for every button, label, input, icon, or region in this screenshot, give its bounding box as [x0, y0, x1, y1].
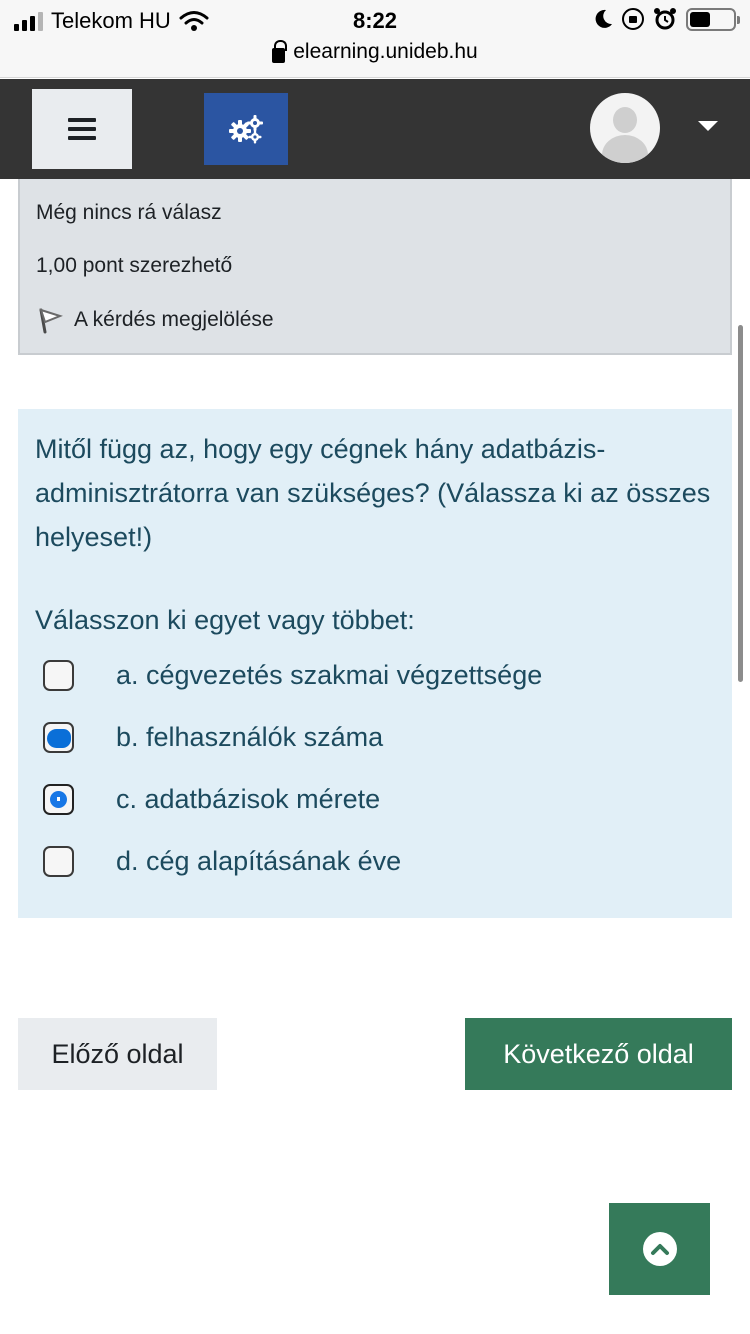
question-text: Mitől függ az, hogy egy cégnek hány adat…	[35, 434, 711, 552]
url-text: elearning.unideb.hu	[293, 40, 478, 63]
answer-option-d[interactable]: d. cég alapításának éve	[43, 843, 401, 879]
chevron-up-circle-icon	[642, 1232, 677, 1266]
checkbox-d[interactable]	[43, 845, 74, 877]
next-page-button[interactable]: Következő oldal	[465, 1018, 732, 1090]
caret-down-icon[interactable]	[698, 121, 718, 131]
question-content: Mitől függ az, hogy egy cégnek hány adat…	[18, 409, 732, 918]
hamburger-icon	[68, 118, 96, 140]
page-scrollbar[interactable]	[738, 325, 743, 682]
url-bar[interactable]: elearning.unideb.hu	[0, 39, 750, 64]
question-state: Még nincs rá válasz	[36, 201, 222, 224]
answer-option-c[interactable]: c. adatbázisok mérete	[43, 781, 380, 817]
top-navbar	[0, 79, 750, 179]
answer-option-b[interactable]: b. felhasználók száma	[43, 719, 383, 755]
side-drawer-toggle[interactable]	[32, 89, 132, 169]
cogs-icon	[229, 115, 263, 144]
battery-icon	[686, 7, 740, 31]
answer-option-label: c. adatbázisok mérete	[116, 783, 381, 814]
rotation-lock-icon	[622, 8, 644, 30]
previous-page-button[interactable]: Előző oldal	[18, 1018, 217, 1090]
alarm-icon	[654, 8, 676, 30]
moon-icon	[595, 9, 612, 28]
settings-button[interactable]	[204, 93, 288, 165]
user-avatar-icon[interactable]	[590, 93, 660, 163]
answer-option-a[interactable]: a. cégvezetés szakmai végzettsége	[43, 657, 542, 693]
checkbox-b[interactable]	[43, 721, 74, 753]
lock-icon	[272, 39, 288, 63]
flag-question-link[interactable]: A kérdés megjelölése	[36, 306, 274, 334]
status-bar: Telekom HU 8:22 elearning.unideb.hu	[0, 0, 750, 78]
flag-label: A kérdés megjelölése	[74, 308, 274, 331]
checkbox-c[interactable]	[43, 783, 74, 815]
answer-prompt: Válasszon ki egyet vagy többet:	[35, 605, 415, 635]
answer-option-label: d. cég alapításának éve	[116, 845, 402, 876]
checkbox-a[interactable]	[43, 659, 74, 691]
status-icons	[593, 7, 740, 31]
answer-option-label: a. cégvezetés szakmai végzettsége	[116, 659, 543, 690]
question-marks: 1,00 pont szerezhető	[36, 254, 233, 277]
question-info-box: Még nincs rá válasz 1,00 pont szerezhető…	[18, 179, 732, 355]
back-to-top-button[interactable]	[609, 1203, 710, 1295]
flag-icon	[39, 308, 63, 334]
answer-option-label: b. felhasználók száma	[116, 721, 384, 752]
